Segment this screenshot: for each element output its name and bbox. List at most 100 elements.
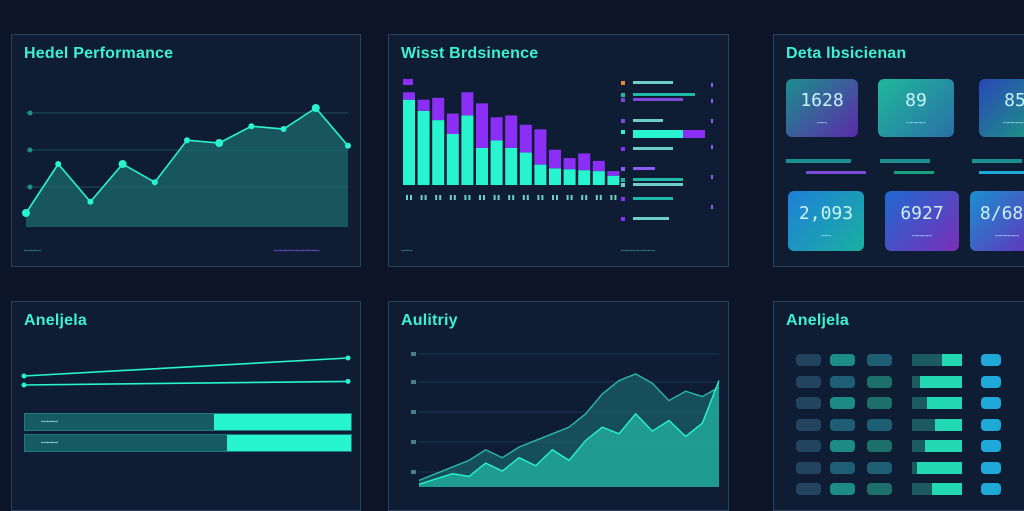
legend-line: [979, 171, 1024, 174]
data-point: [151, 179, 158, 186]
trend-line: [23, 357, 349, 377]
legend-tick: [711, 119, 713, 123]
kpi-tile: 6927 ꟷꟷꟷꟷ: [885, 191, 959, 251]
table-cell: [867, 397, 892, 409]
tick-mark: [581, 195, 584, 200]
kpi-caption: ꟷꟷ: [821, 232, 831, 240]
legend-dot: [621, 183, 625, 187]
table-cell: [796, 440, 821, 452]
tick-mark: [599, 195, 602, 200]
table-bar: [912, 397, 962, 409]
table-bar: [912, 440, 962, 452]
table-cell: [796, 397, 821, 409]
table-square: [981, 440, 1001, 452]
table-cell: [867, 354, 892, 366]
table-bar-fill: [932, 483, 962, 495]
legend-bar: [633, 183, 683, 186]
table-cell: [830, 354, 855, 366]
foot-left: ꟷꟷꟷ: [24, 247, 42, 255]
bar-segment: [446, 134, 459, 185]
kpi-value: 1628: [800, 89, 844, 111]
tick-mark: [449, 195, 452, 200]
bar-segment: [563, 169, 576, 185]
table-cell: [867, 375, 892, 388]
tick-mark: [614, 195, 617, 200]
data-point: [21, 373, 27, 379]
tick-mark: [406, 195, 408, 200]
legend-line: [806, 171, 866, 174]
legend-dot: [621, 98, 625, 102]
legend-line: [880, 159, 930, 163]
foot-right: ꟷꟷꟷꟷꟷꟷꟷꟷ: [274, 247, 320, 255]
legend-dot: [621, 217, 625, 221]
legend-bar: [633, 167, 655, 170]
legend-tick: [711, 99, 713, 103]
activity-panel: Aulitriy: [388, 301, 729, 511]
data-point: [184, 137, 190, 144]
legend-bar: [633, 119, 663, 122]
tick-mark: [556, 195, 558, 200]
data-point: [22, 209, 30, 217]
bar-segment: [578, 170, 591, 185]
table-square: [981, 397, 1001, 409]
axis-tick: [411, 352, 416, 356]
progress-label: ꟷꟷꟷ: [41, 418, 59, 426]
foot-right: ꟷꟷꟷꟷꟷꟷ: [621, 247, 656, 255]
tick-mark: [483, 195, 485, 200]
legend-dot: [621, 119, 625, 123]
tick-mark: [595, 195, 598, 200]
bar-segment: [476, 147, 488, 185]
data-point: [87, 198, 94, 205]
progress-bar-1: ꟷꟷꟷ: [24, 413, 352, 431]
tick-mark: [570, 195, 573, 200]
legend-bar: [683, 130, 705, 138]
tick-mark: [479, 195, 481, 200]
legend-bar: [633, 130, 683, 138]
grid-marker: [27, 147, 33, 153]
legend-dot: [621, 130, 625, 134]
model-performance-panel: Hedel Performance ꟷꟷꟷ ꟷꟷꟷꟷꟷꟷꟷꟷ: [11, 34, 361, 267]
table-bar: [912, 375, 962, 388]
tick-mark: [552, 195, 554, 200]
legend-swatch: [403, 79, 413, 85]
foot-left: ꟷꟷ: [401, 247, 413, 255]
analysis-table-panel: Aneljela: [773, 301, 1024, 511]
table-square: [981, 375, 1001, 388]
bar-segment: [490, 140, 503, 185]
bar-segment: [549, 168, 561, 185]
legend-tick: [711, 175, 713, 179]
tick-mark: [424, 195, 427, 200]
axis-tick: [411, 380, 416, 384]
table-cell: [830, 418, 855, 431]
table-cell: [796, 483, 821, 495]
axis-tick: [411, 410, 416, 414]
legend-bar: [633, 147, 673, 150]
table-square: [981, 483, 1001, 495]
breakdown-panel: Wisst Brdsinence ꟷꟷ ꟷꟷꟷꟷꟷꟷ: [388, 34, 729, 267]
bar-segment: [403, 92, 415, 100]
kpi-tile: 1628 ꟷꟷ: [786, 79, 858, 137]
table-bar-fill: [919, 375, 962, 388]
kpi-caption: ꟷꟷꟷꟷꟷ: [994, 232, 1020, 240]
bar-segment: [607, 171, 620, 176]
legend-bar: [633, 93, 695, 96]
table-bar: [912, 461, 962, 474]
tick-mark: [522, 195, 525, 200]
analysis-lines-panel: Aneljela ꟷꟷꟷ ꟷꟷꟷ: [11, 301, 361, 511]
table-square: [981, 418, 1001, 431]
table-square: [981, 354, 1001, 366]
activity-area-chart: [411, 352, 720, 487]
tick-mark: [410, 195, 412, 200]
data-point: [118, 160, 127, 168]
data-point: [215, 139, 224, 147]
bar-segment: [432, 97, 445, 121]
table-bar-fill: [927, 397, 962, 409]
table-bar-fill: [917, 461, 962, 474]
tick-mark: [512, 195, 515, 200]
data-point: [345, 355, 351, 361]
trend-line: [23, 380, 349, 386]
kpi-tile: 8/682 ꟷꟷꟷꟷꟷ: [970, 191, 1024, 251]
axis-tick: [411, 470, 416, 474]
legend-dot: [621, 81, 625, 85]
tick-mark: [435, 195, 438, 200]
